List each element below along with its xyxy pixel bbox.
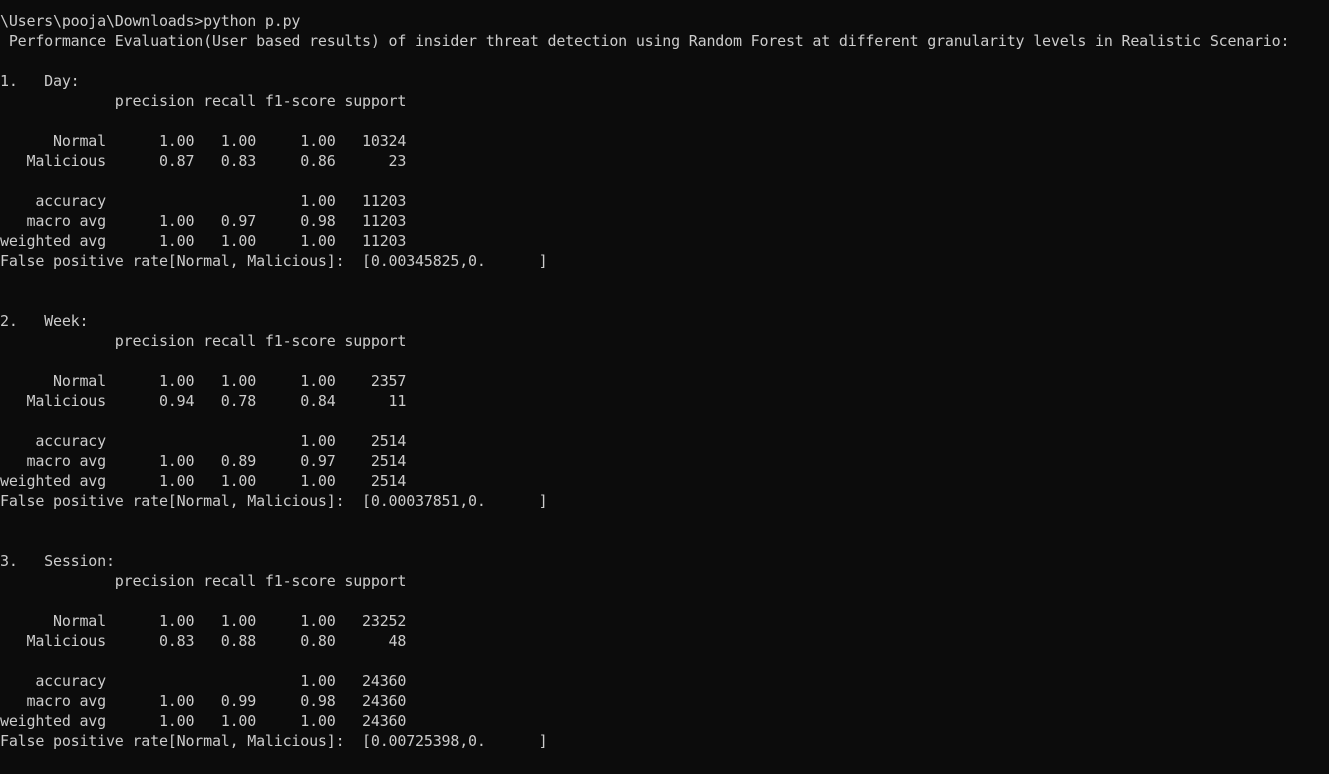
- row-macro-avg-day: macro avg 1.00 0.97 0.98 11203: [0, 212, 407, 230]
- section-title-day: 1. Day:: [0, 72, 80, 90]
- row-normal-week: Normal 1.00 1.00 1.00 2357: [0, 372, 407, 390]
- section-title-week: 2. Week:: [0, 312, 89, 330]
- row-normal-day: Normal 1.00 1.00 1.00 10324: [0, 132, 407, 150]
- row-weighted-avg-day: weighted avg 1.00 1.00 1.00 11203: [0, 232, 407, 250]
- report-heading: Performance Evaluation(User based result…: [0, 32, 1290, 50]
- false-positive-rate-session: False positive rate[Normal, Malicious]: …: [0, 732, 548, 750]
- row-normal-session: Normal 1.00 1.00 1.00 23252: [0, 612, 407, 630]
- row-macro-avg-session: macro avg 1.00 0.99 0.98 24360: [0, 692, 407, 710]
- false-positive-rate-day: False positive rate[Normal, Malicious]: …: [0, 252, 548, 270]
- command-prompt-line: \Users\pooja\Downloads>python p.py: [0, 12, 301, 30]
- row-accuracy-session: accuracy 1.00 24360: [0, 672, 407, 690]
- table-header-session: precision recall f1-score support: [0, 572, 407, 590]
- row-malicious-session: Malicious 0.83 0.88 0.80 48: [0, 632, 407, 650]
- row-accuracy-day: accuracy 1.00 11203: [0, 192, 407, 210]
- row-malicious-week: Malicious 0.94 0.78 0.84 11: [0, 392, 407, 410]
- row-accuracy-week: accuracy 1.00 2514: [0, 432, 407, 450]
- row-macro-avg-week: macro avg 1.00 0.89 0.97 2514: [0, 452, 407, 470]
- row-weighted-avg-session: weighted avg 1.00 1.00 1.00 24360: [0, 712, 407, 730]
- terminal-window[interactable]: \Users\pooja\Downloads>python p.py Perfo…: [0, 0, 1329, 774]
- section-title-session: 3. Session:: [0, 552, 115, 570]
- row-weighted-avg-week: weighted avg 1.00 1.00 1.00 2514: [0, 472, 407, 490]
- row-malicious-day: Malicious 0.87 0.83 0.86 23: [0, 152, 407, 170]
- table-header-week: precision recall f1-score support: [0, 332, 407, 350]
- table-header-day: precision recall f1-score support: [0, 92, 407, 110]
- false-positive-rate-week: False positive rate[Normal, Malicious]: …: [0, 492, 548, 510]
